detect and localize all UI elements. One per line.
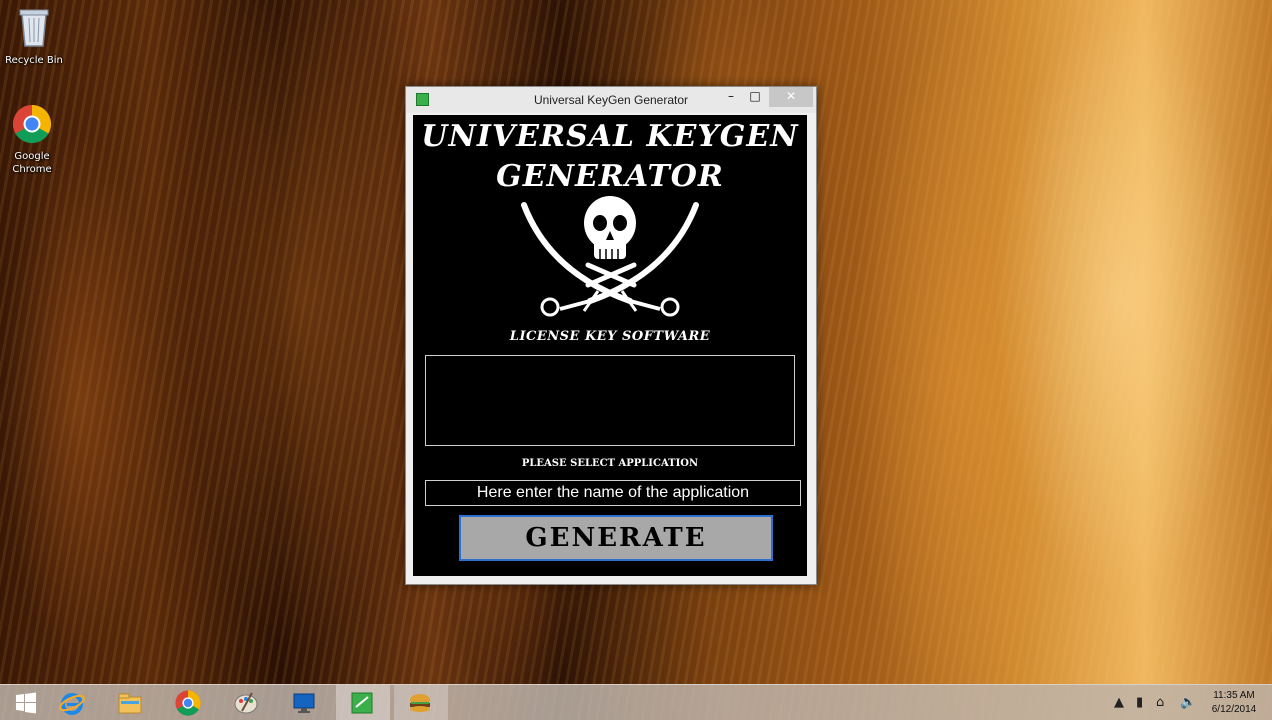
application-list[interactable] [425,355,795,446]
banner-title: Universal KeyGen Generator [413,117,807,197]
tagline: LICENSE KEY SOFTWARE [509,329,711,344]
paint-palette-icon [234,692,258,714]
internet-explorer-icon [59,693,85,715]
jolly-roger-skull-icon [521,196,699,317]
banner-title-line2: Generator [496,159,724,194]
show-hidden-icons-icon[interactable]: ▲ [1114,695,1124,710]
recycle-bin-shortcut[interactable]: Recycle Bin [2,6,66,67]
google-chrome-shortcut[interactable]: Google Chrome [0,104,64,176]
burger-app-icon [410,694,430,712]
clock[interactable]: 11:35 AM 6/12/2014 [1206,689,1262,717]
taskbar-remote-desktop[interactable] [278,685,332,720]
window-title: Universal KeyGen Generator [533,93,689,107]
clock-date: 6/12/2014 [1211,704,1257,715]
close-button[interactable]: ✕ [769,87,813,107]
minimize-button[interactable]: – [719,87,743,107]
keygen-window: Universal KeyGen Generator – □ ✕ Univers… [405,86,817,585]
window-client-area: Universal KeyGen Generator [413,115,807,576]
google-chrome-label: Google Chrome [12,151,52,175]
clock-time: 11:35 AM [1213,690,1255,701]
window-titlebar[interactable]: Universal KeyGen Generator – □ ✕ [406,87,816,113]
maximize-button[interactable]: □ [743,87,767,107]
chrome-icon [0,104,64,148]
chrome-icon [175,690,201,716]
banner-title-line1: Universal KeyGen [421,119,799,154]
monitor-icon [293,693,315,713]
battery-icon[interactable]: ▮ [1136,695,1143,710]
recycle-bin-icon [2,6,66,52]
volume-icon[interactable]: 🔈 [1180,695,1196,710]
taskbar-file-explorer[interactable] [104,685,158,720]
windows-logo-icon [16,692,36,714]
taskbar-chrome[interactable] [162,685,216,720]
taskbar-keygen[interactable] [336,685,390,720]
taskbar-other-app[interactable] [394,685,448,720]
taskbar-internet-explorer[interactable] [46,685,100,720]
app-icon [416,93,429,106]
select-application-label: PLEASE SELECT APPLICATION [521,458,699,469]
network-icon[interactable]: ⌂ [1156,695,1164,710]
desktop: Recycle Bin Google Chrome Universal KeyG… [0,0,1272,720]
folder-icon [118,693,142,714]
generate-button[interactable]: GENERATE [459,515,773,561]
recycle-bin-label: Recycle Bin [5,55,63,66]
application-name-input[interactable] [425,480,801,506]
taskbar-paint[interactable] [220,685,274,720]
keygen-app-icon [351,692,373,714]
taskbar: ▲ ▮ ⌂ 🔈 11:35 AM 6/12/2014 [0,684,1272,720]
